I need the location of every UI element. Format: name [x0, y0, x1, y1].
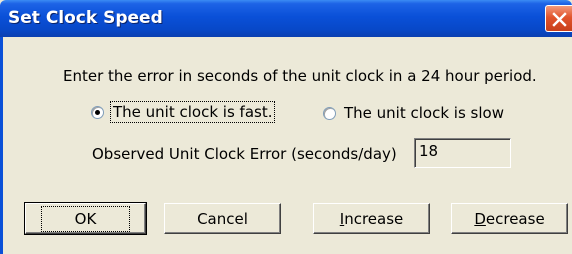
- ok-button[interactable]: OK: [24, 202, 147, 235]
- decrease-button[interactable]: Decrease: [451, 203, 568, 234]
- clock-error-label: Observed Unit Clock Error (seconds/day): [92, 145, 397, 163]
- radio-slow-label: The unit clock is slow: [344, 104, 504, 122]
- clock-error-field[interactable]: 18: [414, 138, 511, 168]
- radio-slow-indicator[interactable]: [323, 106, 336, 120]
- window-title: Set Clock Speed: [8, 8, 163, 28]
- increase-button[interactable]: Increase: [313, 203, 430, 234]
- cancel-button-label: Cancel: [197, 209, 248, 228]
- radio-clock-slow[interactable]: The unit clock is slow: [323, 104, 504, 122]
- close-button[interactable]: [545, 5, 572, 32]
- cancel-button[interactable]: Cancel: [164, 203, 281, 234]
- title-bar: Set Clock Speed: [0, 0, 572, 37]
- radio-fast-indicator[interactable]: [91, 105, 104, 119]
- increase-button-label: Increase: [339, 209, 404, 228]
- instruction-text: Enter the error in seconds of the unit c…: [63, 67, 537, 85]
- decrease-button-label: Decrease: [474, 209, 545, 228]
- close-icon: [552, 12, 567, 27]
- ok-button-label: OK: [40, 205, 131, 232]
- radio-clock-fast[interactable]: The unit clock is fast.: [91, 101, 276, 123]
- radio-fast-label: The unit clock is fast.: [109, 101, 276, 123]
